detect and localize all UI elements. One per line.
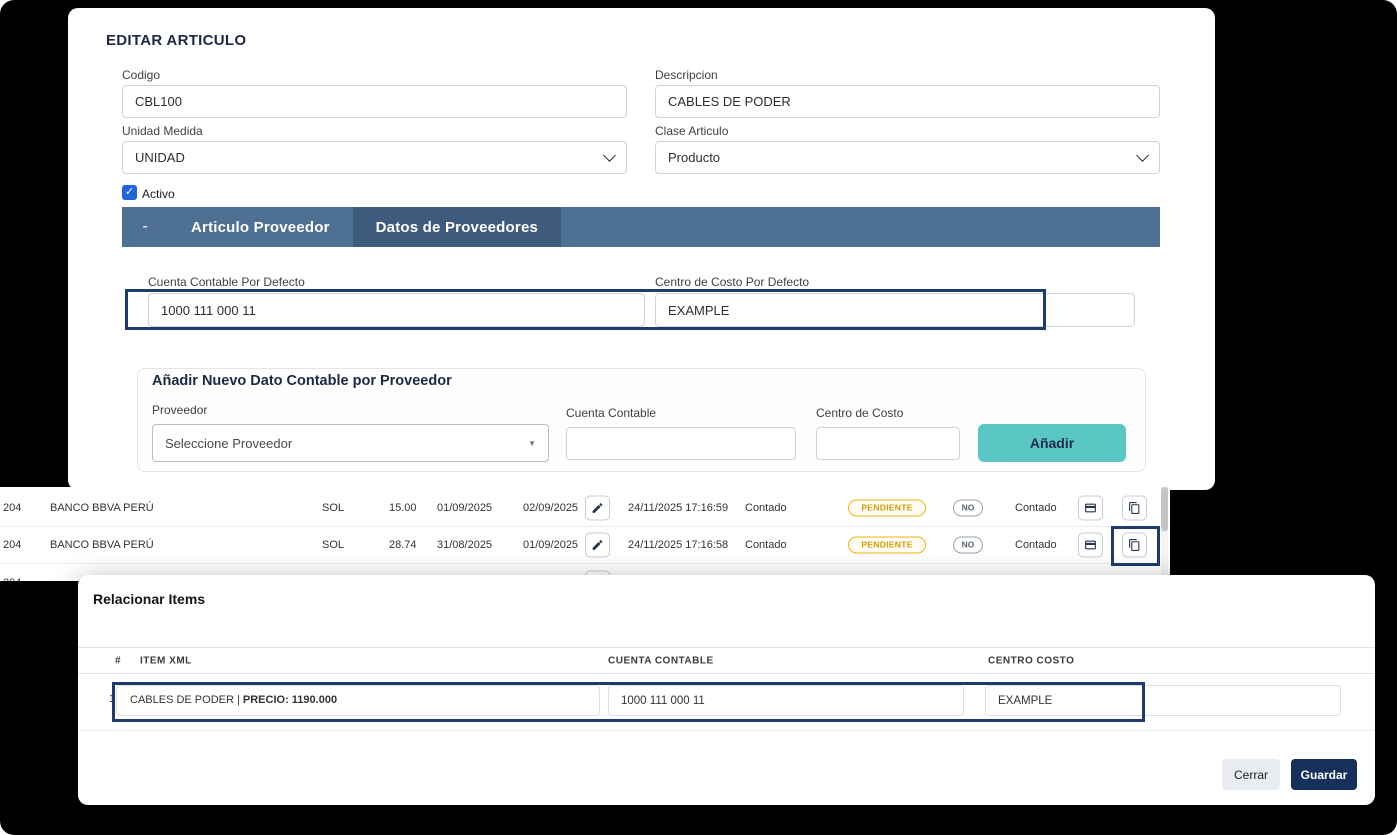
cuenta-contable-input[interactable] <box>566 427 796 460</box>
collapse-toggle[interactable]: - <box>122 207 168 247</box>
relate-cuenta-contable-input[interactable] <box>608 685 964 716</box>
proveedor-label: Proveedor <box>152 403 207 417</box>
clase-articulo-label: Clase Articulo <box>655 124 728 138</box>
currency: SOL <box>322 502 344 514</box>
add-section-title: Añadir Nuevo Dato Contable por Proveedor <box>152 373 452 389</box>
status-badge: PENDIENTE <box>848 537 926 554</box>
copy-button[interactable] <box>1122 533 1147 558</box>
copy-button[interactable] <box>1122 496 1147 521</box>
edit-button[interactable] <box>585 496 610 521</box>
cuenta-contable-label: Cuenta Contable <box>566 406 656 420</box>
amount: 28.74 <box>389 539 417 551</box>
scrollbar-thumb[interactable] <box>1161 487 1168 531</box>
card-button[interactable] <box>1078 533 1103 558</box>
card-icon <box>1084 539 1097 552</box>
tab-bar: - Articulo Proveedor Datos de Proveedore… <box>122 207 1160 247</box>
cerrar-button[interactable]: Cerrar <box>1222 759 1280 790</box>
card-icon <box>1084 502 1097 515</box>
centro-costo-input[interactable] <box>816 427 960 460</box>
centro-costo-default-input[interactable] <box>655 293 1135 327</box>
col-cuenta-contable: CUENTA CONTABLE <box>608 655 714 666</box>
relate-items-modal: Relacionar Items # ITEM XML CUENTA CONTA… <box>78 575 1375 805</box>
row-id: 204 <box>3 539 21 551</box>
activo-checkbox[interactable]: ✓ <box>122 185 137 200</box>
pencil-icon <box>591 539 604 552</box>
col-item-xml: ITEM XML <box>140 655 192 666</box>
guardar-button[interactable]: Guardar <box>1291 759 1357 790</box>
table-row[interactable]: 204 BANCO BBVA PERÚ SOL 28.74 31/08/2025… <box>0 527 1160 564</box>
item-xml-cell: CABLES DE PODER | PRECIO: 1190.000 <box>116 685 600 716</box>
status-badge: PENDIENTE <box>848 500 926 517</box>
amount: 15.00 <box>389 502 417 514</box>
proveedor-value: Seleccione Proveedor <box>165 436 292 451</box>
screen: EDITAR ARTICULO Codigo Descripcion Unida… <box>0 0 1397 835</box>
edit-button[interactable] <box>585 533 610 558</box>
cuenta-contable-default-input[interactable] <box>148 293 645 327</box>
row-divider <box>78 730 1375 731</box>
flag-badge: NO <box>953 537 983 554</box>
created-timestamp: 24/11/2025 17:16:58 <box>628 539 728 551</box>
copy-icon <box>1128 502 1141 515</box>
created-timestamp: 24/11/2025 17:16:59 <box>628 502 728 514</box>
card-button[interactable] <box>1078 496 1103 521</box>
background-table: 204 BANCO BBVA PERÚ SOL 15.00 01/09/2025… <box>0 487 1170 581</box>
chevron-down-icon <box>603 149 616 162</box>
centro-costo-label: Centro de Costo <box>816 406 903 420</box>
row-id: 204 <box>3 577 21 582</box>
add-provider-account-section: Añadir Nuevo Dato Contable por Proveedor… <box>137 368 1146 472</box>
modal-title: Relacionar Items <box>93 591 205 607</box>
bank-name: BANCO BBVA PERÚ <box>50 539 154 551</box>
activo-label: Activo <box>142 187 175 201</box>
descripcion-input[interactable] <box>655 85 1160 118</box>
row-number: 1 <box>109 693 115 705</box>
tab-datos-de-proveedores[interactable]: Datos de Proveedores <box>353 207 561 247</box>
table-scrollbar[interactable] <box>1161 487 1168 581</box>
codigo-input[interactable] <box>122 85 627 118</box>
table-row[interactable]: 204 BANCO BBVA PERÚ SOL 15.00 01/09/2025… <box>0 490 1160 527</box>
date-to: 01/09/2025 <box>523 539 578 551</box>
proveedor-select[interactable]: Seleccione Proveedor ▼ <box>152 424 549 462</box>
unidad-medida-select[interactable]: UNIDAD <box>122 141 627 174</box>
flag-badge: NO <box>953 500 983 517</box>
item-xml-price: PRECIO: 1190.000 <box>243 694 337 706</box>
dropdown-arrow-icon: ▼ <box>528 439 536 448</box>
anadir-button[interactable]: Añadir <box>978 424 1126 462</box>
codigo-label: Codigo <box>122 68 160 82</box>
relate-table-header: # ITEM XML CUENTA CONTABLE CENTRO COSTO <box>78 647 1375 674</box>
currency: SOL <box>322 539 344 551</box>
row-id: 204 <box>3 502 21 514</box>
date-from: 31/08/2025 <box>437 539 492 551</box>
item-xml-text: CABLES DE PODER | <box>130 694 243 706</box>
cuenta-contable-default-label: Cuenta Contable Por Defecto <box>148 275 305 289</box>
date-to: 02/09/2025 <box>523 502 578 514</box>
copy-icon <box>1128 539 1141 552</box>
edit-article-modal: EDITAR ARTICULO Codigo Descripcion Unida… <box>68 8 1215 490</box>
descripcion-label: Descripcion <box>655 68 718 82</box>
centro-costo-default-label: Centro de Costo Por Defecto <box>655 275 809 289</box>
clase-articulo-select[interactable]: Producto <box>655 141 1160 174</box>
payment-method: Contado <box>1015 502 1057 514</box>
page-title: EDITAR ARTICULO <box>106 32 246 49</box>
pencil-icon <box>591 502 604 515</box>
col-number: # <box>115 655 121 666</box>
col-centro-costo: CENTRO COSTO <box>988 655 1074 666</box>
date-from: 01/09/2025 <box>437 502 492 514</box>
clase-articulo-value: Producto <box>668 150 720 165</box>
payment-method: Contado <box>1015 539 1057 551</box>
payment-type: Contado <box>745 502 787 514</box>
unidad-medida-label: Unidad Medida <box>122 124 203 138</box>
payment-type: Contado <box>745 539 787 551</box>
unidad-medida-value: UNIDAD <box>135 150 185 165</box>
chevron-down-icon <box>1136 149 1149 162</box>
relate-centro-costo-input[interactable] <box>985 685 1341 716</box>
bank-name: BANCO BBVA PERÚ <box>50 502 154 514</box>
tab-articulo-proveedor[interactable]: Articulo Proveedor <box>168 207 353 247</box>
